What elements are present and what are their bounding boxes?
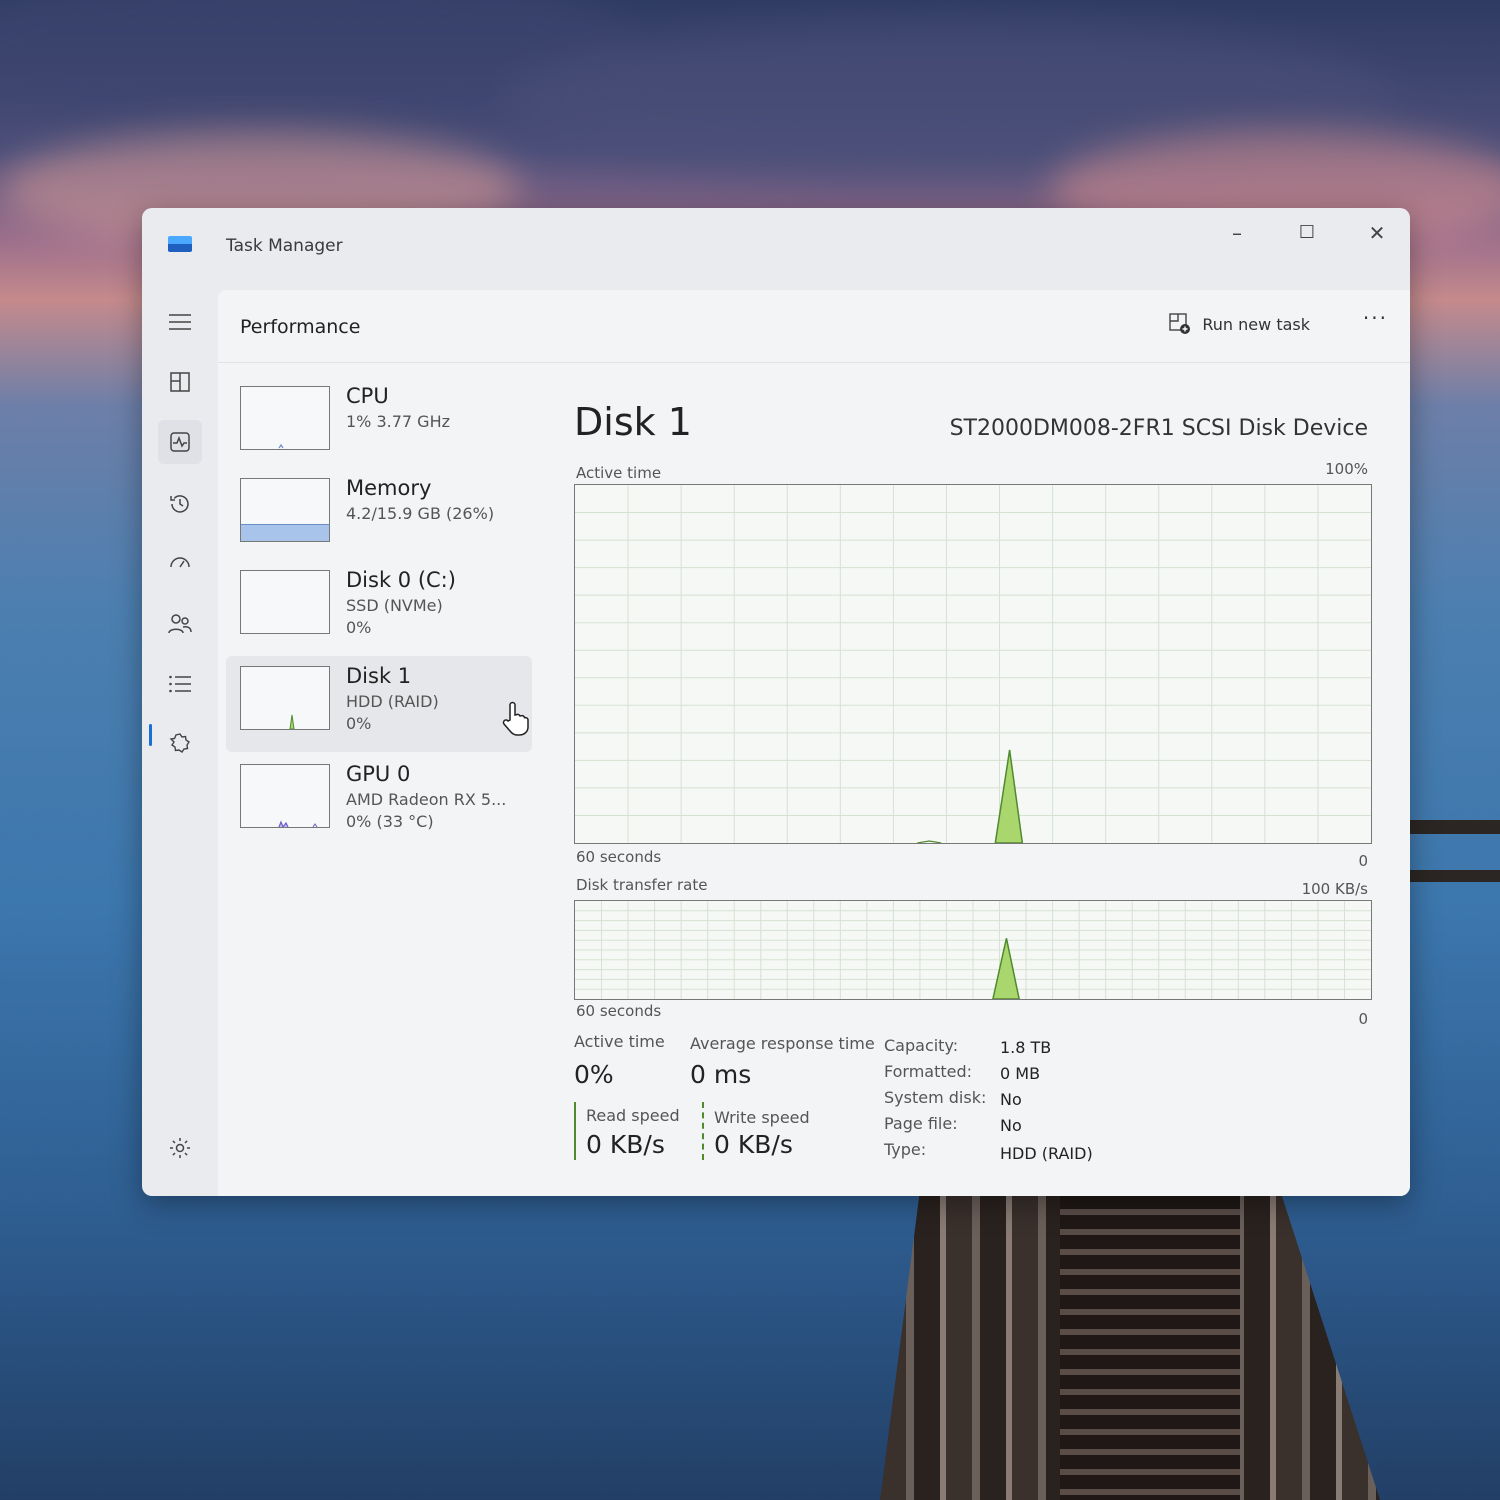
app-history-icon[interactable] bbox=[158, 482, 202, 526]
read-speed-label: Read speed bbox=[586, 1106, 680, 1125]
resource-name: Disk 0 (C:) bbox=[346, 568, 456, 592]
cpu-thumbnail-graph bbox=[240, 386, 330, 450]
resource-gpu-0[interactable]: GPU 0 AMD Radeon RX 5... 0% (33 °C) bbox=[226, 754, 532, 850]
details-icon[interactable] bbox=[158, 662, 202, 706]
background-posts bbox=[1400, 650, 1500, 950]
task-manager-window: Task Manager – ☐ ✕ Performance Run new t… bbox=[142, 208, 1410, 1196]
resource-detail: SSD (NVMe) bbox=[346, 596, 443, 615]
memory-thumbnail-graph bbox=[240, 478, 330, 542]
transfer-graph-max: 100 KB/s bbox=[1301, 880, 1368, 898]
services-icon[interactable] bbox=[158, 722, 202, 766]
active-time-graph-label: Active time bbox=[576, 464, 662, 482]
resource-usage: 0% (33 °C) bbox=[346, 812, 434, 831]
avg-response-stat-label: Average response time bbox=[690, 1034, 875, 1053]
resource-disk-1[interactable]: Disk 1 HDD (RAID) 0% bbox=[226, 656, 532, 752]
active-nav-indicator bbox=[149, 724, 152, 746]
startup-apps-icon[interactable] bbox=[158, 542, 202, 586]
memory-usage-fill bbox=[241, 523, 329, 541]
resource-detail: 4.2/15.9 GB (26%) bbox=[346, 504, 495, 523]
gpu-0-thumbnail-graph bbox=[240, 764, 330, 828]
resource-memory[interactable]: Memory 4.2/15.9 GB (26%) bbox=[226, 468, 532, 564]
transfer-graph-label: Disk transfer rate bbox=[576, 876, 708, 894]
active-time-graph-min: 0 bbox=[1358, 852, 1368, 870]
maximize-button[interactable]: ☐ bbox=[1284, 218, 1330, 248]
more-options-button[interactable]: ··· bbox=[1363, 306, 1388, 330]
resource-disk-0[interactable]: Disk 0 (C:) SSD (NVMe) 0% bbox=[226, 560, 532, 656]
resource-name: Disk 1 bbox=[346, 664, 412, 688]
minimize-button[interactable]: – bbox=[1214, 218, 1260, 248]
active-time-stat-value: 0% bbox=[574, 1060, 614, 1089]
hand-cursor-icon bbox=[500, 700, 530, 740]
type-value: HDD (RAID) bbox=[1000, 1144, 1093, 1163]
processes-icon[interactable] bbox=[158, 360, 202, 404]
close-button[interactable]: ✕ bbox=[1354, 218, 1400, 248]
task-manager-app-icon bbox=[168, 236, 192, 252]
write-speed-legend-line bbox=[702, 1102, 704, 1160]
active-time-graph-plot bbox=[575, 485, 1371, 843]
run-new-task-icon bbox=[1169, 313, 1191, 334]
resource-name: Memory bbox=[346, 476, 432, 500]
device-name: ST2000DM008-2FR1 SCSI Disk Device bbox=[949, 416, 1368, 441]
write-speed-value: 0 KB/s bbox=[714, 1130, 793, 1159]
disk-1-thumbnail-graph bbox=[240, 666, 330, 730]
transfer-rate-graph bbox=[574, 900, 1372, 1000]
resource-name: CPU bbox=[346, 384, 389, 408]
page-file-label: Page file: bbox=[884, 1114, 958, 1133]
background-pier-planks bbox=[1060, 1195, 1240, 1500]
type-label: Type: bbox=[884, 1140, 927, 1159]
active-time-stat-label: Active time bbox=[574, 1032, 665, 1051]
page-file-value: No bbox=[1000, 1116, 1022, 1135]
page-title: Performance bbox=[240, 316, 361, 338]
activity-blip bbox=[917, 840, 942, 843]
read-speed-value: 0 KB/s bbox=[586, 1130, 665, 1159]
run-new-task-label: Run new task bbox=[1202, 314, 1310, 334]
transfer-graph-min: 0 bbox=[1358, 1010, 1368, 1028]
users-icon[interactable] bbox=[158, 602, 202, 646]
disk-title: Disk 1 bbox=[574, 400, 692, 444]
formatted-value: 0 MB bbox=[1000, 1064, 1041, 1083]
window-title: Task Manager bbox=[226, 236, 343, 256]
navigation-sidebar bbox=[142, 288, 218, 1196]
resource-detail: HDD (RAID) bbox=[346, 692, 439, 711]
system-disk-value: No bbox=[1000, 1090, 1022, 1109]
title-bar[interactable]: Task Manager – ☐ ✕ bbox=[142, 208, 1410, 288]
disk-0-thumbnail-graph bbox=[240, 570, 330, 634]
resource-usage: 0% bbox=[346, 714, 372, 733]
transfer-graph-time: 60 seconds bbox=[576, 1002, 662, 1020]
resource-cpu[interactable]: CPU 1% 3.77 GHz bbox=[226, 376, 532, 472]
resource-detail: 1% 3.77 GHz bbox=[346, 412, 451, 431]
resource-detail: AMD Radeon RX 5... bbox=[346, 790, 507, 809]
avg-response-stat-value: 0 ms bbox=[690, 1060, 752, 1089]
read-speed-legend-line bbox=[574, 1102, 576, 1160]
run-new-task-button[interactable]: Run new task bbox=[1168, 312, 1310, 336]
active-time-graph-time: 60 seconds bbox=[576, 848, 662, 866]
transfer-rate-graph-plot bbox=[575, 901, 1371, 999]
formatted-label: Formatted: bbox=[884, 1062, 973, 1081]
page-header: Performance Run new task ··· bbox=[218, 290, 1410, 363]
system-disk-label: System disk: bbox=[884, 1088, 987, 1107]
write-speed-label: Write speed bbox=[714, 1108, 810, 1127]
settings-icon[interactable] bbox=[158, 1126, 202, 1170]
active-time-graph-max: 100% bbox=[1325, 460, 1368, 478]
activity-spike bbox=[992, 938, 1020, 999]
content-area: Performance Run new task ··· CPU 1% 3.77… bbox=[218, 290, 1410, 1196]
capacity-label: Capacity: bbox=[884, 1036, 959, 1055]
active-time-graph bbox=[574, 484, 1372, 844]
resource-name: GPU 0 bbox=[346, 762, 411, 786]
menu-icon[interactable] bbox=[158, 300, 202, 344]
performance-icon[interactable] bbox=[158, 420, 202, 464]
resource-usage: 0% bbox=[346, 618, 372, 637]
capacity-value: 1.8 TB bbox=[1000, 1038, 1052, 1057]
